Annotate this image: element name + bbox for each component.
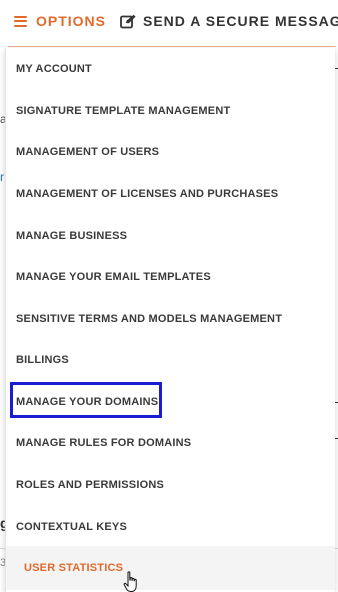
menu-item-manage-your-email-templates[interactable]: MANAGE YOUR EMAIL TEMPLATES: [6, 256, 335, 298]
menu-item-label: USER STATISTICS: [24, 562, 124, 574]
hand-cursor-icon: [123, 571, 137, 592]
page: a r g 3 OPTIONS SEND A SECURE MESSAGE MY…: [0, 0, 338, 592]
top-bar: OPTIONS SEND A SECURE MESSAGE: [0, 0, 338, 44]
menu-item-billings[interactable]: BILLINGS: [6, 339, 335, 381]
menu-item-label: MANAGEMENT OF LICENSES AND PURCHASES: [16, 188, 279, 200]
menu-item-contextual-keys[interactable]: CONTEXTUAL KEYS: [6, 506, 335, 548]
background-link-fragment: r: [0, 170, 4, 184]
menu-item-label: BILLINGS: [16, 354, 69, 366]
menu-item-management-of-licenses-and-purchases[interactable]: MANAGEMENT OF LICENSES AND PURCHASES: [6, 173, 335, 215]
menu-item-label: MANAGE YOUR DOMAINS: [16, 396, 159, 408]
menu-item-label: MANAGE BUSINESS: [16, 230, 128, 242]
send-secure-message-button[interactable]: SEND A SECURE MESSAGE: [120, 13, 338, 29]
topbar-divider: [8, 46, 336, 47]
menu-item-roles-and-permissions[interactable]: ROLES AND PERMISSIONS: [6, 464, 335, 506]
menu-item-label: MANAGE YOUR EMAIL TEMPLATES: [16, 271, 211, 283]
menu-item-sensitive-terms-and-models-management[interactable]: SENSITIVE TERMS AND MODELS MANAGEMENT: [6, 298, 335, 340]
menu-item-label: MANAGE RULES FOR DOMAINS: [16, 437, 192, 449]
menu-item-label: MY ACCOUNT: [16, 63, 92, 75]
menu-item-label: ROLES AND PERMISSIONS: [16, 479, 165, 491]
menu-item-manage-business[interactable]: MANAGE BUSINESS: [6, 215, 335, 257]
menu-item-user-statistics[interactable]: USER STATISTICS: [6, 546, 335, 590]
menu-item-manage-rules-for-domains[interactable]: MANAGE RULES FOR DOMAINS: [6, 422, 335, 464]
hamburger-icon: [14, 15, 27, 27]
menu-item-label: MANAGEMENT OF USERS: [16, 146, 160, 158]
menu-item-label: SIGNATURE TEMPLATE MANAGEMENT: [16, 105, 231, 117]
menu-item-management-of-users[interactable]: MANAGEMENT OF USERS: [6, 131, 335, 173]
menu-item-label: CONTEXTUAL KEYS: [16, 521, 127, 533]
menu-item-my-account[interactable]: MY ACCOUNT: [6, 48, 335, 90]
send-secure-message-label: SEND A SECURE MESSAGE: [143, 13, 338, 29]
options-dropdown-menu: MY ACCOUNT SIGNATURE TEMPLATE MANAGEMENT…: [5, 48, 335, 592]
options-label: OPTIONS: [36, 13, 107, 29]
options-button[interactable]: OPTIONS: [14, 13, 106, 29]
menu-item-label: SENSITIVE TERMS AND MODELS MANAGEMENT: [16, 313, 283, 325]
edit-icon: [120, 14, 136, 28]
menu-item-signature-template-management[interactable]: SIGNATURE TEMPLATE MANAGEMENT: [6, 90, 335, 132]
menu-item-manage-your-domains[interactable]: MANAGE YOUR DOMAINS: [6, 381, 335, 423]
